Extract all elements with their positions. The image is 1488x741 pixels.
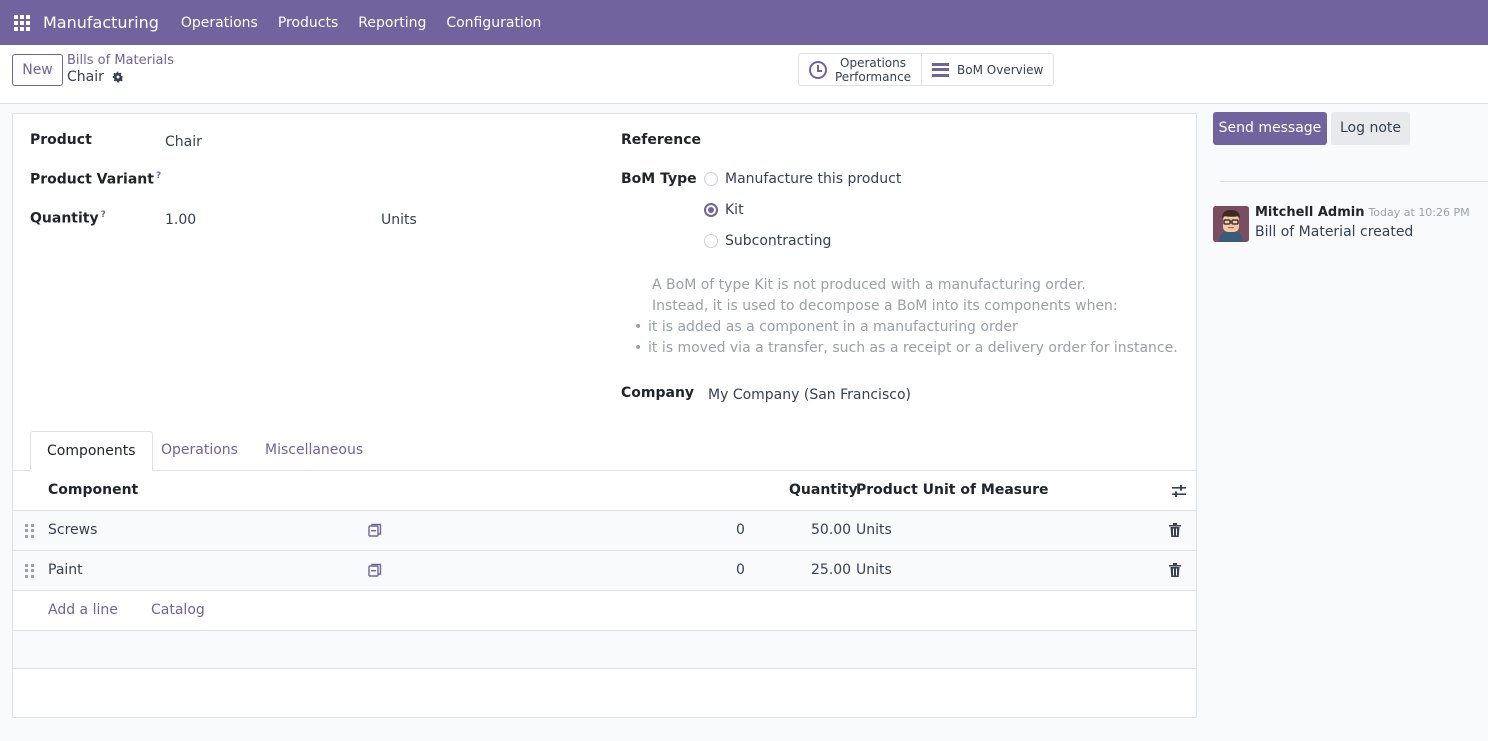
table-header: Component Quantity Product Unit of Measu… — [13, 471, 1196, 511]
company-label: Company — [621, 385, 695, 401]
notebook-tabs: Components Operations Miscellaneous — [13, 431, 1196, 471]
uom-cell[interactable]: Units — [856, 562, 892, 578]
menu-products[interactable]: Products — [278, 15, 338, 31]
operations-performance-button[interactable]: Operations Performance — [799, 54, 921, 85]
record-name: Chair — [67, 69, 104, 85]
gear-icon[interactable] — [112, 71, 124, 83]
help-bullet: it is moved via a transfer, such as a re… — [634, 338, 1178, 359]
trash-icon[interactable] — [1169, 563, 1181, 577]
bars-icon — [932, 62, 950, 77]
send-message-button[interactable]: Send message — [1213, 112, 1327, 145]
quantity-label: Quantity? — [30, 210, 106, 227]
control-panel: New Bills of Materials Chair Operations … — [0, 45, 1488, 104]
quantity-cell[interactable]: 50.00 — [811, 522, 851, 538]
user-avatar-icon — [1213, 206, 1249, 242]
help-line2: Instead, it is used to decompose a BoM i… — [652, 298, 1118, 314]
message-author[interactable]: Mitchell Admin Today at 10:26 PM — [1255, 205, 1470, 220]
product-field[interactable]: Chair — [165, 134, 202, 150]
form-sheet: Product Chair Product Variant? Quantity?… — [12, 113, 1197, 718]
quantity-field[interactable]: 1.00 — [165, 212, 196, 228]
bom-type-help-text: A BoM of type Kit is not produced with a… — [634, 275, 1178, 359]
bom-overview-label: BoM Overview — [957, 62, 1044, 77]
help-bullet: it is added as a component in a manufact… — [634, 317, 1178, 338]
tab-components[interactable]: Components — [30, 431, 153, 471]
bom-type-label: BoM Type — [621, 171, 697, 187]
help-bullets: it is added as a component in a manufact… — [634, 317, 1178, 359]
add-line-row: Add a line Catalog — [13, 591, 1196, 631]
top-navbar: Manufacturing Operations Products Report… — [0, 0, 1488, 45]
clock-icon — [809, 60, 827, 79]
radio-kit[interactable] — [704, 203, 718, 217]
forecast-report-icon[interactable] — [368, 563, 382, 577]
message-body: Bill of Material created — [1255, 224, 1414, 240]
help-icon[interactable]: ? — [156, 171, 161, 181]
radio-manufacture-label[interactable]: Manufacture this product — [725, 171, 901, 187]
empty-row — [13, 631, 1196, 669]
optional-columns-icon[interactable] — [1171, 483, 1187, 499]
forecast-report-icon[interactable] — [368, 523, 382, 537]
menu-reporting[interactable]: Reporting — [358, 15, 426, 31]
app-brand[interactable]: Manufacturing — [43, 13, 159, 32]
column-uom[interactable]: Product Unit of Measure — [856, 482, 1049, 498]
log-note-button[interactable]: Log note — [1331, 112, 1410, 145]
component-cell[interactable]: Paint — [48, 562, 83, 578]
table-row[interactable]: Paint 0 25.00 Units — [13, 551, 1196, 591]
component-cell[interactable]: Screws — [48, 522, 97, 538]
breadcrumb-bills-of-materials[interactable]: Bills of Materials — [67, 53, 174, 68]
uom-cell[interactable]: Units — [856, 522, 892, 538]
chatter-separator — [1220, 181, 1488, 182]
bom-overview-button[interactable]: BoM Overview — [921, 54, 1053, 85]
product-label: Product — [30, 132, 92, 148]
column-quantity[interactable]: Quantity — [789, 482, 858, 498]
quantity-cell[interactable]: 25.00 — [811, 562, 851, 578]
radio-subcontracting[interactable] — [704, 234, 718, 248]
ops-line1: Operations — [840, 55, 907, 70]
add-line-link[interactable]: Add a line — [48, 602, 118, 618]
catalog-link[interactable]: Catalog — [151, 602, 205, 618]
avatar[interactable] — [1213, 206, 1249, 242]
menu-operations[interactable]: Operations — [181, 15, 258, 31]
record-title: Chair — [67, 69, 124, 85]
menu-configuration[interactable]: Configuration — [446, 15, 541, 31]
apps-grid-icon[interactable] — [13, 14, 31, 32]
radio-manufacture[interactable] — [704, 172, 718, 186]
table-row[interactable]: Screws 0 50.00 Units — [13, 511, 1196, 551]
radio-kit-label[interactable]: Kit — [725, 202, 744, 218]
company-field[interactable]: My Company (San Francisco) — [708, 387, 911, 403]
column-component[interactable]: Component — [48, 482, 138, 498]
product-variant-label: Product Variant? — [30, 171, 162, 188]
on-hand-cell: 0 — [736, 522, 745, 538]
help-line1: A BoM of type Kit is not produced with a… — [652, 277, 1086, 293]
trash-icon[interactable] — [1169, 523, 1181, 537]
tab-operations[interactable]: Operations — [161, 431, 238, 471]
drag-handle-icon[interactable] — [25, 564, 35, 578]
tab-miscellaneous[interactable]: Miscellaneous — [265, 431, 363, 471]
message-date: Today at 10:26 PM — [1368, 206, 1470, 219]
drag-handle-icon[interactable] — [25, 524, 35, 538]
smart-buttons: Operations Performance BoM Overview — [798, 53, 1055, 86]
help-icon[interactable]: ? — [101, 210, 106, 220]
on-hand-cell: 0 — [736, 562, 745, 578]
quantity-uom-field[interactable]: Units — [381, 212, 417, 228]
ops-line2: Performance — [835, 69, 912, 84]
new-button[interactable]: New — [12, 54, 63, 86]
reference-label: Reference — [621, 132, 702, 148]
radio-subcontracting-label[interactable]: Subcontracting — [725, 233, 831, 249]
